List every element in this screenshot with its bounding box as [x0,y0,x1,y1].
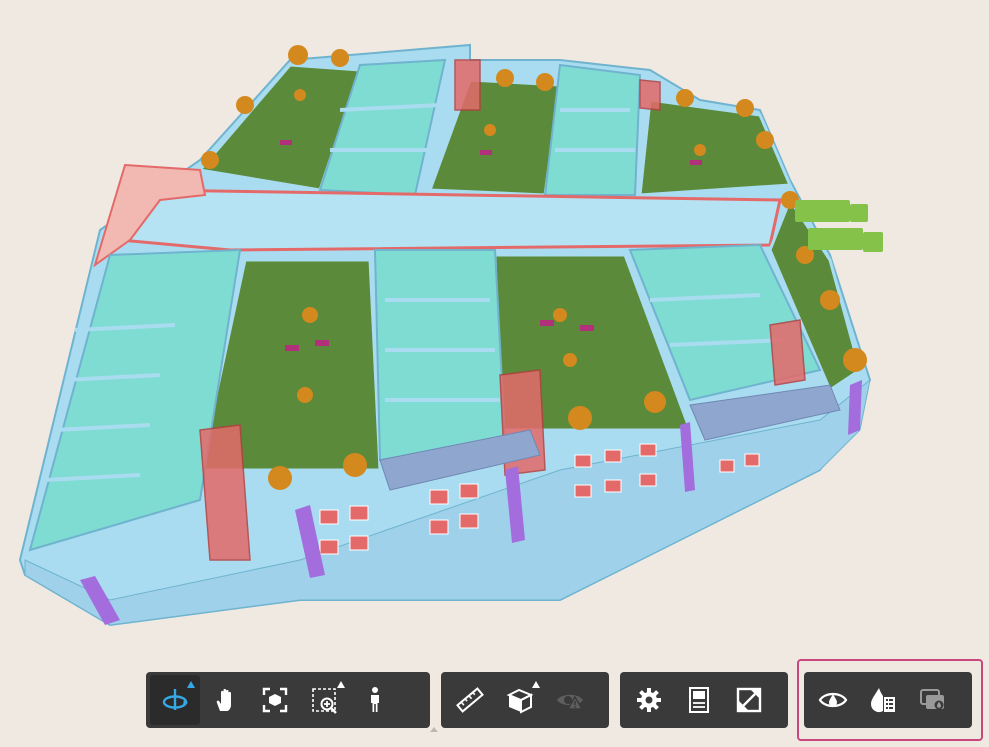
fullscreen-button[interactable] [724,675,774,725]
toolbar-notch [430,727,438,732]
settings-icon [637,688,661,712]
building-model [18,43,883,627]
properties-icon [689,687,709,713]
isolate-visibility-button[interactable] [808,675,858,725]
measure-icon [456,687,484,713]
toolbar-modeling-group [441,672,609,728]
wing-back-2 [543,63,642,196]
zoom-window-icon [312,688,337,714]
orbit-icon [162,689,188,710]
explode-button[interactable] [545,675,595,725]
section-icon [506,688,534,714]
first-person-icon [371,687,379,712]
fit-to-view-button[interactable] [250,675,300,725]
properties-button[interactable] [674,675,724,725]
flyout-indicator [337,681,345,688]
toolbar-settings-group [620,672,788,728]
isolate-visibility-icon [818,692,848,708]
flyout-indicator [187,681,195,688]
first-person-button[interactable] [350,675,400,725]
toolbar-extensions-group [804,672,972,728]
explode-icon [557,694,584,710]
pan-icon [216,688,231,711]
central-corridor [117,188,782,252]
color-by-property-button[interactable] [858,675,908,725]
measure-button[interactable] [445,675,495,725]
orbit-tool-button[interactable] [150,675,200,725]
wing-front-center [373,249,507,462]
color-by-property-icon [870,688,895,713]
toolbar-navigation-group [146,672,430,728]
zoom-window-button[interactable] [300,675,350,725]
fullscreen-icon [736,687,762,713]
ghosting-icon [920,689,944,710]
section-button[interactable] [495,675,545,725]
pan-tool-button[interactable] [200,675,250,725]
flyout-indicator [532,681,540,688]
settings-button[interactable] [624,675,674,725]
fit-to-view-icon [262,687,288,713]
ghosting-button[interactable] [908,675,958,725]
model-viewport[interactable] [0,0,989,660]
